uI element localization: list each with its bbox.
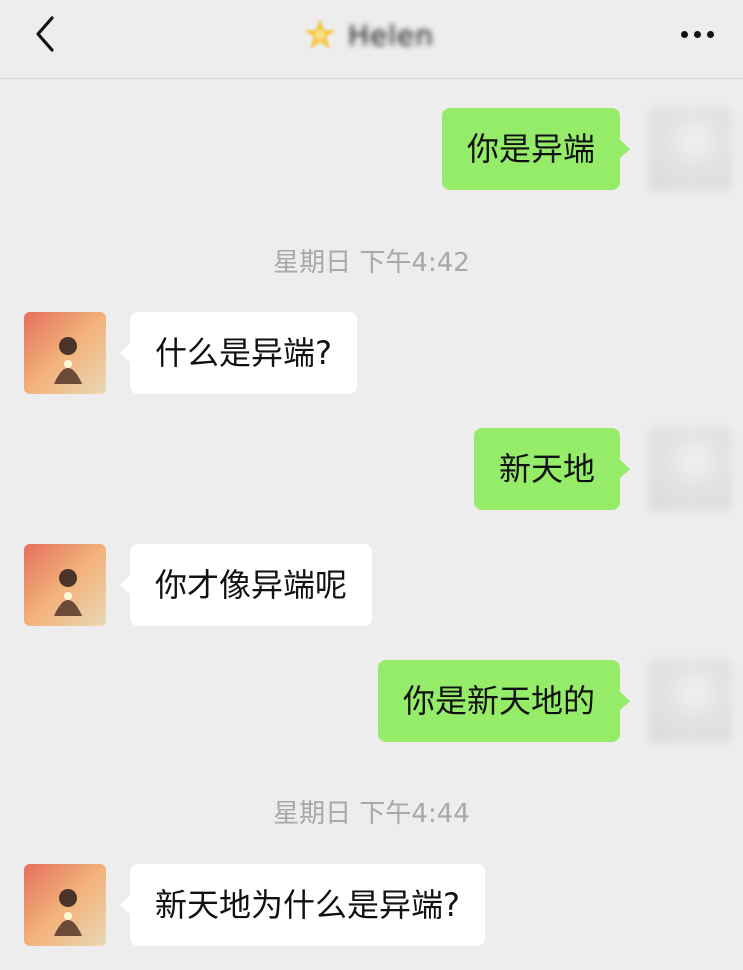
back-button[interactable] (22, 12, 66, 56)
message-row: 新天地为什么是异端? (0, 864, 743, 946)
contact-avatar[interactable] (24, 312, 106, 394)
my-avatar[interactable] (649, 108, 731, 190)
chat-header: Helen (0, 0, 743, 79)
outgoing-message-bubble[interactable]: 你是新天地的 (377, 660, 631, 742)
message-list[interactable]: 你是异端 星期日 下午4:42 什么是异端? 新天地 你才像异端呢 你是新天地的… (0, 79, 743, 970)
timestamp: 星期日 下午4:44 (273, 799, 470, 829)
message-row: 你是异端 (0, 108, 743, 190)
more-options-button[interactable] (673, 14, 721, 54)
star-badge-icon (300, 15, 340, 55)
incoming-message-bubble[interactable]: 你才像异端呢 (119, 544, 373, 626)
timestamp: 星期日 下午4:42 (273, 248, 470, 278)
message-row: 你才像异端呢 (0, 544, 743, 626)
message-row: 什么是异端? (0, 312, 743, 394)
incoming-message-bubble[interactable]: 什么是异端? (120, 312, 357, 394)
message-row: 新天地 (0, 428, 743, 510)
message-row: 你是新天地的 (0, 660, 743, 742)
chevron-left-icon (36, 16, 54, 52)
contact-avatar[interactable] (24, 864, 106, 946)
more-dots-icon (680, 30, 688, 38)
outgoing-message-bubble[interactable]: 你是异端 (441, 108, 631, 190)
chat-title: Helen (300, 12, 460, 58)
contact-avatar[interactable] (24, 544, 106, 626)
contact-name: Helen (348, 18, 435, 52)
my-avatar[interactable] (649, 660, 731, 742)
incoming-message-bubble[interactable]: 新天地为什么是异端? (120, 864, 485, 946)
my-avatar[interactable] (649, 428, 731, 510)
outgoing-message-bubble[interactable]: 新天地 (473, 428, 631, 510)
